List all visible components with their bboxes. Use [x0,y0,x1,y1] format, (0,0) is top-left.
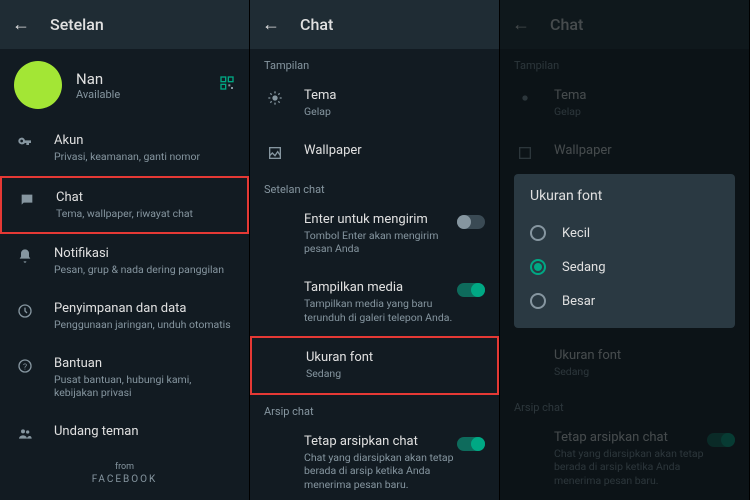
radio-option-medium[interactable]: Sedang [530,250,719,284]
theme-icon [264,90,286,106]
wallpaper-row[interactable]: Wallpaper [250,131,499,173]
radio-icon [530,225,546,241]
footer: from FACEBOOK [0,454,249,493]
radio-icon [530,259,546,275]
chat-icon [16,192,38,208]
header: ← Chat [250,0,499,49]
profile-status: Available [76,88,219,101]
chat-settings-panel-dimmed: ←Chat Tampilan TemaGelap Wallpaper Setel… [500,0,750,500]
settings-item-notifications[interactable]: NotifikasiPesan, grup & nada dering pang… [0,234,249,289]
bell-icon [14,248,36,264]
media-toggle[interactable] [457,283,485,297]
wallpaper-icon [264,145,286,161]
radio-option-small[interactable]: Kecil [530,216,719,250]
back-icon[interactable]: ← [12,14,30,35]
enter-send-row[interactable]: Enter untuk mengirimTombol Enter akan me… [250,200,499,268]
page-title: Setelan [50,15,104,34]
section-chat: Setelan chat [250,173,499,200]
font-size-row[interactable]: Ukuran fontSedang [250,336,499,395]
header: ← Setelan [0,0,249,49]
font-size-dialog: Ukuran font Kecil Sedang Besar [514,174,735,328]
profile-row[interactable]: Nan Available [0,49,249,121]
settings-item-storage[interactable]: Penyimpanan dan dataPenggunaan jaringan,… [0,289,249,344]
archive-toggle[interactable] [457,437,485,451]
svg-text:?: ? [23,362,27,372]
section-archive: Arsip chat [250,395,499,422]
settings-item-account[interactable]: AkunPrivasi, keamanan, ganti nomor [0,121,249,176]
people-icon [14,426,36,442]
settings-panel: ← Setelan Nan Available AkunPrivasi, kea… [0,0,250,500]
page-title: Chat [300,15,333,34]
settings-item-chat[interactable]: ChatTema, wallpaper, riwayat chat [0,176,249,235]
theme-row[interactable]: TemaGelap [250,76,499,131]
settings-item-help[interactable]: ? BantuanPusat bantuan, hubungi kami, ke… [0,344,249,412]
dialog-title: Ukuran font [530,188,719,204]
data-icon [14,303,36,319]
enter-toggle[interactable] [457,215,485,229]
key-icon [14,135,36,151]
radio-option-large[interactable]: Besar [530,284,719,318]
settings-item-invite[interactable]: Undang teman [0,412,249,454]
avatar [14,61,62,109]
back-icon[interactable]: ← [262,14,280,35]
keep-archived-row[interactable]: Tetap arsipkan chatChat yang diarsipkan … [250,422,499,500]
chat-settings-panel: ← Chat Tampilan TemaGelap Wallpaper Sete… [250,0,500,500]
section-display: Tampilan [250,49,499,76]
radio-icon [530,293,546,309]
media-visibility-row[interactable]: Tampilkan mediaTampilkan media yang baru… [250,268,499,336]
qr-icon[interactable] [219,75,235,95]
profile-info: Nan Available [76,70,219,101]
profile-name: Nan [76,70,219,88]
help-icon: ? [14,358,36,374]
